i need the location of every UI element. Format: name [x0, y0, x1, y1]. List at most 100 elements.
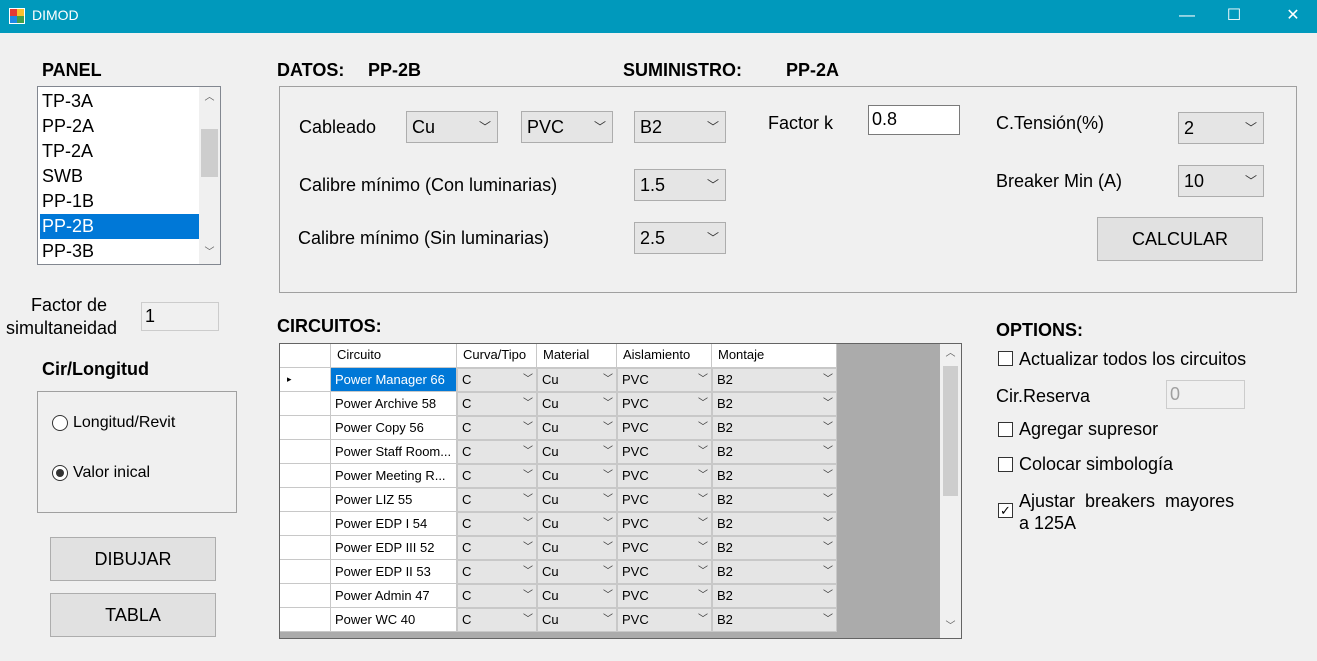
material-cell-combo[interactable]: Cu ﹀	[537, 512, 617, 536]
colocar-simbologia-checkbox[interactable]	[998, 457, 1013, 472]
ajustar-breakers-checkbox[interactable]: ✓	[998, 503, 1013, 518]
aislamiento-cell-combo[interactable]: PVC ﹀	[617, 392, 712, 416]
montaje-cell-combo[interactable]: B2 ﹀	[712, 368, 837, 392]
panel-list-item[interactable]: PP-3B	[40, 239, 199, 264]
scroll-down-icon[interactable]: ﹀	[199, 244, 220, 262]
material-cell-combo[interactable]: Cu ﹀	[537, 488, 617, 512]
row-header[interactable]	[280, 392, 331, 416]
curva-cell-combo[interactable]: C ﹀	[457, 368, 537, 392]
montaje-cell-combo[interactable]: B2 ﹀	[712, 416, 837, 440]
material-cell-combo[interactable]: Cu ﹀	[537, 392, 617, 416]
actualizar-label[interactable]: Actualizar todos los circuitos	[1019, 349, 1246, 370]
circuito-cell[interactable]: Power Copy 56	[331, 416, 457, 440]
calibre-sin-combo[interactable]: 2.5 ﹀	[634, 222, 726, 254]
column-header-material[interactable]: Material	[537, 344, 617, 368]
montaje-cell-combo[interactable]: B2 ﹀	[712, 608, 837, 632]
minimize-button[interactable]: —	[1162, 0, 1212, 33]
ajustar-breakers-label-line2[interactable]: a 125A	[1019, 513, 1076, 534]
montaje-cell-combo[interactable]: B2 ﹀	[712, 464, 837, 488]
agregar-supresor-label[interactable]: Agregar supresor	[1019, 419, 1158, 440]
panel-listbox[interactable]: TP-3A PP-2A TP-2A SWB PP-1B PP-2B PP-3B …	[37, 86, 221, 265]
ajustar-breakers-label-line1[interactable]: Ajustar breakers mayores	[1019, 491, 1234, 512]
circuito-cell[interactable]: Power Admin 47	[331, 584, 457, 608]
scroll-thumb[interactable]	[201, 129, 218, 177]
panel-list-item[interactable]: PP-1B	[40, 189, 199, 214]
material-cell-combo[interactable]: Cu ﹀	[537, 440, 617, 464]
row-header[interactable]	[280, 464, 331, 488]
curva-cell-combo[interactable]: C ﹀	[457, 584, 537, 608]
cableado-aislamiento-combo[interactable]: PVC ﹀	[521, 111, 613, 143]
factor-k-input[interactable]: 0.8	[868, 105, 960, 135]
circuito-cell[interactable]: Power WC 40	[331, 608, 457, 632]
colocar-simbologia-label[interactable]: Colocar simbología	[1019, 454, 1173, 475]
circuito-cell[interactable]: Power EDP I 54	[331, 512, 457, 536]
circuito-cell[interactable]: Power EDP III 52	[331, 536, 457, 560]
curva-cell-combo[interactable]: C ﹀	[457, 560, 537, 584]
circuito-cell[interactable]: Power Manager 66	[331, 368, 457, 392]
valor-inicial-radio[interactable]	[52, 465, 68, 481]
calcular-button[interactable]: CALCULAR	[1097, 217, 1263, 261]
montaje-cell-combo[interactable]: B2 ﹀	[712, 440, 837, 464]
scroll-up-icon[interactable]: ︿	[940, 345, 961, 363]
material-cell-combo[interactable]: Cu ﹀	[537, 608, 617, 632]
panel-list-scrollbar[interactable]: ︿ ﹀	[199, 87, 220, 264]
column-header-aislamiento[interactable]: Aislamiento	[617, 344, 712, 368]
row-header[interactable]	[280, 512, 331, 536]
curva-cell-combo[interactable]: C ﹀	[457, 416, 537, 440]
montaje-cell-combo[interactable]: B2 ﹀	[712, 392, 837, 416]
row-header[interactable]	[280, 608, 331, 632]
curva-cell-combo[interactable]: C ﹀	[457, 392, 537, 416]
row-header[interactable]	[280, 440, 331, 464]
aislamiento-cell-combo[interactable]: PVC ﹀	[617, 464, 712, 488]
curva-cell-combo[interactable]: C ﹀	[457, 536, 537, 560]
curva-cell-combo[interactable]: C ﹀	[457, 440, 537, 464]
cir-reserva-input[interactable]: 0	[1166, 380, 1245, 409]
aislamiento-cell-combo[interactable]: PVC ﹀	[617, 560, 712, 584]
material-cell-combo[interactable]: Cu ﹀	[537, 560, 617, 584]
row-header[interactable]	[280, 416, 331, 440]
material-cell-combo[interactable]: Cu ﹀	[537, 536, 617, 560]
curva-cell-combo[interactable]: C ﹀	[457, 512, 537, 536]
aislamiento-cell-combo[interactable]: PVC ﹀	[617, 440, 712, 464]
circuito-cell[interactable]: Power Meeting R...	[331, 464, 457, 488]
aislamiento-cell-combo[interactable]: PVC ﹀	[617, 584, 712, 608]
material-cell-combo[interactable]: Cu ﹀	[537, 584, 617, 608]
valor-inicial-label[interactable]: Valor inical	[73, 464, 150, 482]
circuito-cell[interactable]: Power LIZ 55	[331, 488, 457, 512]
aislamiento-cell-combo[interactable]: PVC ﹀	[617, 512, 712, 536]
longitud-revit-radio[interactable]	[52, 415, 68, 431]
montaje-cell-combo[interactable]: B2 ﹀	[712, 536, 837, 560]
circuito-cell[interactable]: Power EDP II 53	[331, 560, 457, 584]
aislamiento-cell-combo[interactable]: PVC ﹀	[617, 368, 712, 392]
scroll-thumb[interactable]	[943, 366, 958, 496]
montaje-cell-combo[interactable]: B2 ﹀	[712, 512, 837, 536]
dibujar-button[interactable]: DIBUJAR	[50, 537, 216, 581]
row-header[interactable]	[280, 560, 331, 584]
aislamiento-cell-combo[interactable]: PVC ﹀	[617, 488, 712, 512]
factor-simultaneidad-input[interactable]: 1	[141, 302, 219, 331]
cableado-montaje-combo[interactable]: B2 ﹀	[634, 111, 726, 143]
tabla-button[interactable]: TABLA	[50, 593, 216, 637]
cableado-material-combo[interactable]: Cu ﹀	[406, 111, 498, 143]
scroll-up-icon[interactable]: ︿	[199, 89, 220, 107]
breaker-min-combo[interactable]: 10 ﹀	[1178, 165, 1264, 197]
close-button[interactable]: ✕	[1268, 0, 1317, 33]
agregar-supresor-checkbox[interactable]	[998, 422, 1013, 437]
panel-list-item[interactable]: SWB	[40, 164, 199, 189]
row-header[interactable]: ▸	[280, 368, 331, 392]
row-header[interactable]	[280, 536, 331, 560]
aislamiento-cell-combo[interactable]: PVC ﹀	[617, 608, 712, 632]
row-header[interactable]	[280, 584, 331, 608]
scroll-down-icon[interactable]: ﹀	[940, 618, 961, 636]
material-cell-combo[interactable]: Cu ﹀	[537, 464, 617, 488]
montaje-cell-combo[interactable]: B2 ﹀	[712, 560, 837, 584]
maximize-button[interactable]: ☐	[1209, 0, 1259, 33]
montaje-cell-combo[interactable]: B2 ﹀	[712, 584, 837, 608]
material-cell-combo[interactable]: Cu ﹀	[537, 416, 617, 440]
column-header-curva-tipo[interactable]: Curva/Tipo	[457, 344, 537, 368]
panel-list-item[interactable]: TP-3A	[40, 89, 199, 114]
curva-cell-combo[interactable]: C ﹀	[457, 608, 537, 632]
montaje-cell-combo[interactable]: B2 ﹀	[712, 488, 837, 512]
panel-list-item-selected[interactable]: PP-2B	[40, 214, 199, 239]
aislamiento-cell-combo[interactable]: PVC ﹀	[617, 536, 712, 560]
